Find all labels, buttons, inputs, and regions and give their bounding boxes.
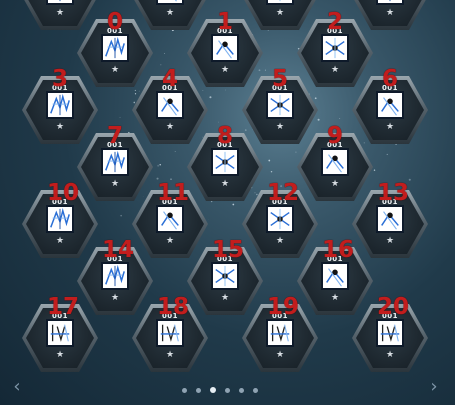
star-icon: ★ <box>55 122 65 132</box>
tile-index-label: 18 <box>157 294 190 320</box>
card-art-icon <box>46 91 74 119</box>
tile-index-label: 20 <box>377 294 410 320</box>
star-icon: ★ <box>55 350 65 360</box>
star-icon: ★ <box>275 350 285 360</box>
star-icon: ★ <box>330 65 340 75</box>
card-art-icon <box>376 0 404 5</box>
card-art-icon <box>376 91 404 119</box>
star-icon: ★ <box>165 350 175 360</box>
collection-tile[interactable]: 001 ★ 17 <box>22 294 98 372</box>
tile-index-label: 19 <box>267 294 300 320</box>
star-icon: ★ <box>165 236 175 246</box>
card-art-icon <box>266 91 294 119</box>
card-art-icon <box>376 319 404 347</box>
tile-index-label: 3 <box>51 66 68 92</box>
tile-index-label: 15 <box>212 237 245 263</box>
tile-index-label: 7 <box>106 123 123 149</box>
card-art-icon <box>266 205 294 233</box>
card-art-icon <box>101 34 129 62</box>
collection-tile[interactable]: 001 ★ 20 <box>352 294 428 372</box>
card-art-icon <box>266 0 294 5</box>
star-icon: ★ <box>165 8 175 18</box>
page-dot[interactable] <box>196 387 201 393</box>
star-icon: ★ <box>330 293 340 303</box>
page-dot[interactable] <box>182 387 187 393</box>
card-art-icon <box>211 262 239 290</box>
tile-index-label: 12 <box>267 180 300 206</box>
tile-index-label: 2 <box>326 9 343 35</box>
tile-index-label: 17 <box>47 294 80 320</box>
tile-index-label: 14 <box>102 237 135 263</box>
card-art-icon <box>46 0 74 5</box>
collection-tile[interactable]: 001 ★ 19 <box>242 294 318 372</box>
star-icon: ★ <box>275 8 285 18</box>
card-art-icon <box>46 319 74 347</box>
tile-index-label: 11 <box>157 180 190 206</box>
page-indicator <box>182 387 258 393</box>
card-art-icon <box>376 205 404 233</box>
star-icon: ★ <box>330 179 340 189</box>
page-dot[interactable] <box>225 387 230 393</box>
card-collection-grid: ★ ★ ★ ★ 001 ★ 0 001 ★ 1 001 ★ 2 001 ★ 3 001 ★ 4 001 ★ 5 001 ★ 6 0… <box>0 0 455 405</box>
chevron-left-icon[interactable]: ‹ <box>8 378 26 396</box>
star-icon: ★ <box>275 122 285 132</box>
card-art-icon <box>156 319 184 347</box>
card-art-icon <box>101 148 129 176</box>
tile-index-label: 0 <box>106 9 123 35</box>
card-art-icon <box>156 0 184 5</box>
card-art-icon <box>211 34 239 62</box>
star-icon: ★ <box>55 236 65 246</box>
page-dot[interactable] <box>253 387 258 393</box>
page-dot[interactable] <box>239 387 244 393</box>
tile-index-label: 8 <box>216 123 233 149</box>
tile-index-label: 16 <box>322 237 355 263</box>
star-icon: ★ <box>110 65 120 75</box>
card-art-icon <box>156 91 184 119</box>
card-art-icon <box>156 205 184 233</box>
pagination-bar: ‹ › <box>0 375 455 405</box>
star-icon: ★ <box>110 293 120 303</box>
star-icon: ★ <box>385 122 395 132</box>
tile-index-label: 6 <box>381 66 398 92</box>
page-dot[interactable] <box>210 387 216 393</box>
star-icon: ★ <box>110 179 120 189</box>
star-icon: ★ <box>165 122 175 132</box>
tile-index-label: 1 <box>216 9 233 35</box>
card-art-icon <box>101 262 129 290</box>
tile-index-label: 4 <box>161 66 178 92</box>
star-icon: ★ <box>220 179 230 189</box>
star-icon: ★ <box>385 236 395 246</box>
star-icon: ★ <box>385 350 395 360</box>
star-icon: ★ <box>220 293 230 303</box>
card-art-icon <box>321 148 349 176</box>
tile-index-label: 5 <box>271 66 288 92</box>
tile-index-label: 13 <box>377 180 410 206</box>
tile-index-label: 9 <box>326 123 343 149</box>
card-art-icon <box>266 319 294 347</box>
star-icon: ★ <box>220 65 230 75</box>
star-icon: ★ <box>275 236 285 246</box>
collection-tile[interactable]: 001 ★ 18 <box>132 294 208 372</box>
star-icon: ★ <box>385 8 395 18</box>
card-art-icon <box>321 34 349 62</box>
card-art-icon <box>46 205 74 233</box>
chevron-right-icon[interactable]: › <box>425 378 443 396</box>
tile-index-label: 10 <box>47 180 80 206</box>
star-icon: ★ <box>55 8 65 18</box>
card-art-icon <box>211 148 239 176</box>
card-art-icon <box>321 262 349 290</box>
